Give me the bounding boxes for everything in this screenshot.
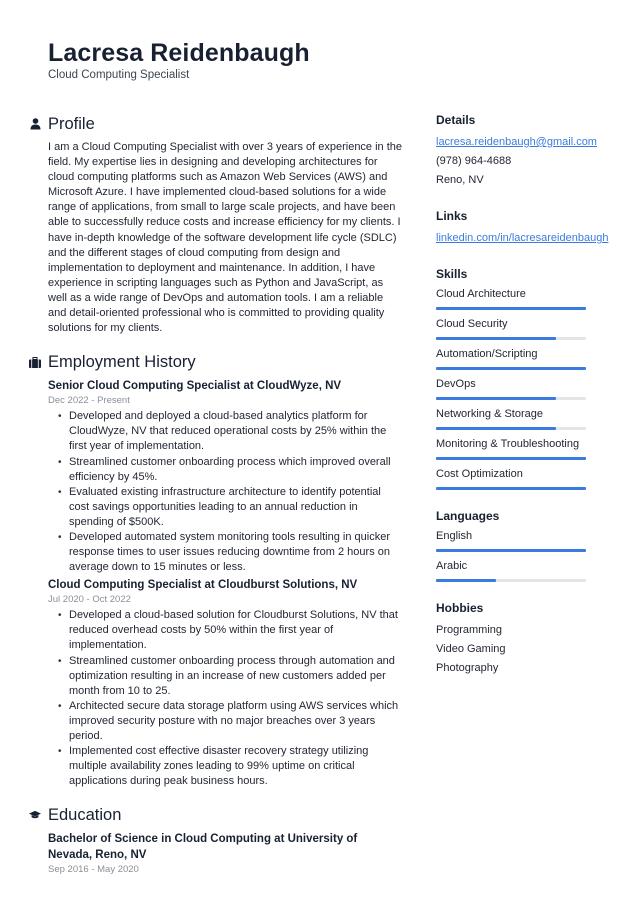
- skill-level-bar: [436, 337, 586, 340]
- education-heading: Education: [29, 803, 404, 827]
- skill-level-bar: [436, 457, 586, 460]
- skill-label: Networking & Storage: [436, 408, 543, 420]
- job-bullets: Developed and deployed a cloud-based ana…: [48, 409, 404, 575]
- job-bullet: Developed a cloud-based solution for Clo…: [58, 608, 404, 653]
- job-bullet: Implemented cost effective disaster reco…: [58, 744, 404, 789]
- candidate-title: Cloud Computing Specialist: [48, 69, 190, 81]
- job-bullet: Developed and deployed a cloud-based ana…: [58, 409, 404, 454]
- phone-number: (978) 964-4688: [436, 155, 512, 167]
- hobbies-heading: Hobbies: [436, 601, 484, 615]
- location: Reno, NV: [436, 174, 484, 186]
- sidebar: Details lacresa.reidenbaugh@gmail.com (9…: [436, 112, 608, 696]
- skill: Cloud Architecture: [436, 287, 606, 310]
- skill-level-fill: [436, 397, 556, 400]
- user-icon: [29, 118, 41, 130]
- job-bullet: Streamlined customer onboarding process …: [58, 654, 404, 699]
- skill-level-fill: [436, 457, 586, 460]
- languages-list: English Arabic: [436, 529, 606, 582]
- education-dates: Sep 2016 - May 2020: [48, 864, 139, 876]
- job-entry: Senior Cloud Computing Specialist at Clo…: [48, 378, 404, 575]
- skill-level-bar: [436, 487, 586, 490]
- language: Arabic: [436, 559, 606, 582]
- skill-label: Cloud Security: [436, 318, 508, 330]
- job-bullet: Architected secure data storage platform…: [58, 699, 404, 744]
- profile-title: Profile: [48, 114, 95, 133]
- links-heading: Links: [436, 209, 468, 223]
- job-bullets: Developed a cloud-based solution for Clo…: [48, 608, 404, 789]
- skills-list: Cloud Architecture Cloud Security Automati…: [436, 287, 606, 490]
- job-dates: Dec 2022 - Present: [48, 395, 130, 407]
- skill-level-bar: [436, 307, 586, 310]
- skill-label: Automation/Scripting: [436, 348, 538, 360]
- skill-level-bar: [436, 427, 586, 430]
- profile-heading: Profile: [29, 112, 404, 136]
- candidate-name: Lacresa Reidenbaugh: [48, 39, 310, 67]
- languages-section: Languages English Arabic: [436, 508, 606, 582]
- skill: Automation/Scripting: [436, 347, 606, 370]
- language-level-bar: [436, 579, 586, 582]
- employment-section: Employment History Senior Cloud Computin…: [29, 350, 404, 789]
- hobbies-list: Programming Video Gaming Photography: [436, 621, 606, 678]
- job-bullet: Streamlined customer onboarding process …: [58, 455, 404, 485]
- profile-summary: I am a Cloud Computing Specialist with o…: [48, 141, 403, 335]
- job-title: Cloud Computing Specialist at Cloudburst…: [48, 579, 358, 592]
- language-label: English: [436, 530, 473, 542]
- resume-header: Lacresa Reidenbaugh Cloud Computing Spec…: [48, 38, 310, 82]
- skill-label: Cloud Architecture: [436, 288, 526, 300]
- skill-label: Monitoring & Troubleshooting: [436, 438, 580, 450]
- skill-label: DevOps: [436, 378, 476, 390]
- language-level-bar: [436, 549, 586, 552]
- links-section: Links linkedin.com/in/lacresareidenbaugh: [436, 208, 608, 248]
- graduation-cap-icon: [29, 809, 41, 821]
- job-title: Senior Cloud Computing Specialist at Clo…: [48, 380, 342, 393]
- profile-section: Profile I am a Cloud Computing Specialis…: [29, 112, 404, 336]
- skill: Cloud Security: [436, 317, 606, 340]
- skill: Monitoring & Troubleshooting: [436, 437, 606, 460]
- employment-heading: Employment History: [29, 350, 404, 374]
- language: English: [436, 529, 606, 552]
- skill-level-bar: [436, 367, 586, 370]
- skill: Networking & Storage: [436, 407, 606, 430]
- email-link[interactable]: lacresa.reidenbaugh@gmail.com: [436, 133, 606, 152]
- job-dates: Jul 2020 - Oct 2022: [48, 594, 131, 606]
- language-level-fill: [436, 579, 496, 582]
- main-column: Profile I am a Cloud Computing Specialis…: [29, 112, 404, 890]
- language-level-fill: [436, 549, 586, 552]
- hobbies-section: Hobbies Programming Video Gaming Photograp…: [436, 600, 606, 678]
- skill-level-fill: [436, 487, 586, 490]
- skill-level-fill: [436, 427, 556, 430]
- job-list: Senior Cloud Computing Specialist at Clo…: [29, 378, 404, 789]
- languages-heading: Languages: [436, 509, 500, 523]
- skill: DevOps: [436, 377, 606, 400]
- linkedin-link[interactable]: linkedin.com/in/lacresareidenbaugh: [436, 229, 608, 248]
- language-label: Arabic: [436, 560, 468, 572]
- skill-label: Cost Optimization: [436, 468, 523, 480]
- skills-heading: Skills: [436, 267, 468, 281]
- education-item: Bachelor of Science in Cloud Computing a…: [48, 831, 404, 876]
- job-bullet: Developed automated system monitoring to…: [58, 530, 404, 575]
- briefcase-icon: [29, 356, 41, 368]
- skill: Cost Optimization: [436, 467, 606, 490]
- education-section: Education Bachelor of Science in Cloud C…: [29, 803, 404, 876]
- education-title: Education: [48, 805, 122, 824]
- employment-title: Employment History: [48, 352, 196, 371]
- details-heading: Details: [436, 113, 476, 127]
- hobby-item: Programming: [436, 624, 503, 636]
- skill-level-fill: [436, 367, 586, 370]
- hobby-item: Photography: [436, 662, 499, 674]
- hobby-item: Video Gaming: [436, 643, 506, 655]
- skill-level-bar: [436, 397, 586, 400]
- skill-level-fill: [436, 337, 556, 340]
- skill-level-fill: [436, 307, 586, 310]
- degree-title: Bachelor of Science in Cloud Computing a…: [48, 833, 358, 862]
- job-bullet: Evaluated existing infrastructure archit…: [58, 485, 404, 530]
- details-section: Details lacresa.reidenbaugh@gmail.com (9…: [436, 112, 606, 190]
- job-entry: Cloud Computing Specialist at Cloudburst…: [48, 577, 404, 789]
- skills-section: Skills Cloud Architecture Cloud Security A…: [436, 266, 606, 490]
